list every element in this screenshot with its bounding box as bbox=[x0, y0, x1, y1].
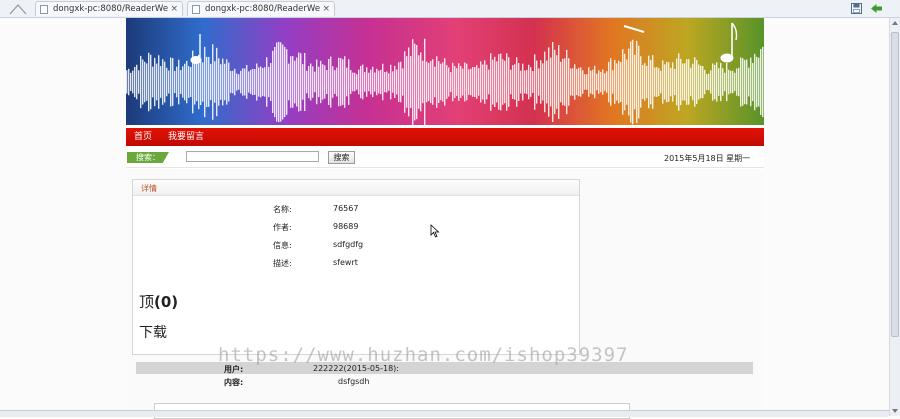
tab-title: dongxk-pc:8080/ReaderWe bbox=[205, 4, 321, 14]
browser-tab[interactable]: dongxk-pc:8080/ReaderWe × bbox=[187, 1, 335, 16]
browser-tab-bar: dongxk-pc:8080/ReaderWe × dongxk-pc:8080… bbox=[0, 0, 900, 18]
text-cursor-icon bbox=[430, 224, 440, 238]
detail-panel: 详情 名称: 76567 作者: 98689 信息: sdfgdfg 描述: s… bbox=[132, 179, 580, 355]
close-icon[interactable]: × bbox=[322, 2, 330, 16]
detail-title: 详情 bbox=[141, 184, 157, 193]
download-link[interactable]: 下载 bbox=[139, 322, 167, 342]
home-icon[interactable] bbox=[8, 2, 28, 15]
search-label-badge: 搜索： bbox=[127, 152, 169, 163]
author-value: 98689 bbox=[333, 222, 359, 231]
page-icon bbox=[40, 5, 48, 14]
comment-content-value: dsfgsdh bbox=[338, 377, 370, 386]
description-value: sfewrt bbox=[333, 258, 358, 267]
author-label: 作者: bbox=[273, 223, 292, 232]
watermark-text: https://www.huzhan.com/ishop39397 bbox=[218, 344, 629, 366]
page-icon bbox=[192, 5, 200, 14]
music-banner-image bbox=[126, 18, 764, 125]
scroll-down-icon[interactable] bbox=[892, 409, 898, 413]
browser-tab[interactable]: dongxk-pc:8080/ReaderWe × bbox=[35, 1, 183, 16]
search-button[interactable]: 搜索 bbox=[328, 151, 355, 164]
name-value: 76567 bbox=[333, 204, 359, 213]
tab-title: dongxk-pc:8080/ReaderWe bbox=[53, 4, 169, 14]
vertical-scrollbar[interactable] bbox=[889, 18, 900, 416]
info-label: 信息: bbox=[273, 241, 292, 250]
nav-leave-message-link[interactable]: 我要留言 bbox=[168, 131, 204, 143]
scrollbar-thumb[interactable] bbox=[891, 32, 899, 337]
scroll-up-icon[interactable] bbox=[892, 21, 898, 25]
comment-content-label: 内容: bbox=[224, 378, 244, 387]
description-label: 描述: bbox=[273, 259, 292, 268]
info-value: sdfgdfg bbox=[333, 240, 364, 249]
upvote-label: 顶 bbox=[139, 293, 155, 311]
upvote-count: (0) bbox=[154, 293, 179, 311]
back-arrow-icon[interactable] bbox=[870, 2, 883, 15]
search-input[interactable] bbox=[186, 151, 319, 162]
search-bar: 搜索： 搜索 2015年5月18日 星期一 bbox=[126, 149, 764, 168]
close-icon[interactable]: × bbox=[170, 2, 178, 16]
detail-panel-header: 详情 bbox=[133, 180, 579, 196]
upvote-link[interactable]: 顶(0) bbox=[139, 291, 178, 312]
save-page-icon[interactable] bbox=[850, 2, 863, 15]
nav-home-link[interactable]: 首页 bbox=[134, 131, 152, 143]
name-label: 名称: bbox=[273, 205, 292, 214]
current-date: 2015年5月18日 星期一 bbox=[664, 154, 751, 163]
main-nav-bar: 首页 我要留言 bbox=[126, 128, 764, 146]
